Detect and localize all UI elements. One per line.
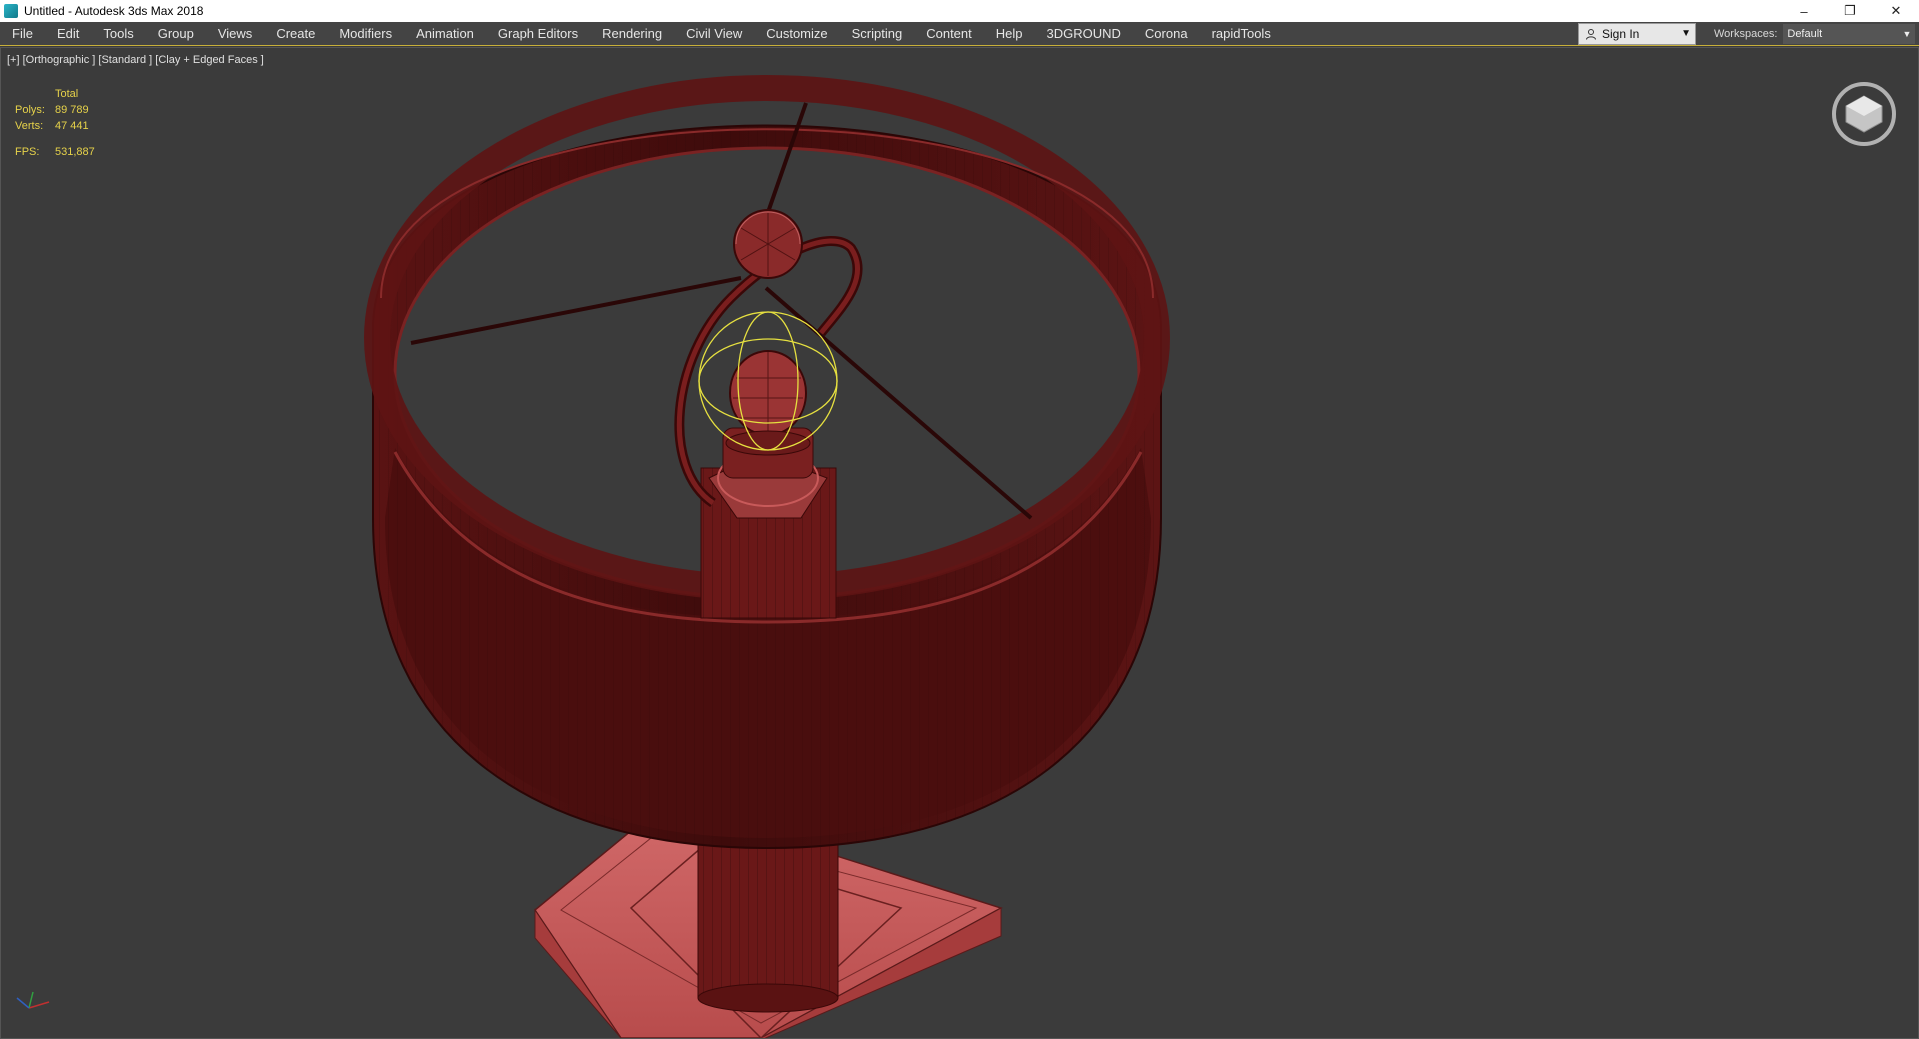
menu-file[interactable]: File [0,22,45,46]
menu-customize[interactable]: Customize [754,22,839,46]
viewport-label[interactable]: [+] [Orthographic ] [Standard ] [Clay + … [7,54,264,66]
menu-group[interactable]: Group [146,22,206,46]
lamp-finial[interactable] [733,209,803,279]
3dsmax-app-icon[interactable] [4,4,18,18]
sign-in-dropdown[interactable]: Sign In ▼ [1578,23,1696,45]
menu-modifiers[interactable]: Modifiers [327,22,404,46]
chevron-down-icon: ▼ [1902,29,1912,39]
minimize-icon[interactable]: – [1781,0,1827,22]
menu-edit[interactable]: Edit [45,22,91,46]
fps-value: 531,887 [55,146,95,158]
lamp-model[interactable] [1,48,1919,1039]
menu-civil-view[interactable]: Civil View [674,22,754,46]
menu-help[interactable]: Help [984,22,1035,46]
menu-rendering[interactable]: Rendering [590,22,674,46]
workspaces-value: Default [1787,28,1823,40]
verts-label: Verts: [15,120,44,132]
polys-value: 89 789 [55,104,89,116]
window-controls: – ❐ ✕ [1781,0,1919,22]
window-title: Untitled - Autodesk 3ds Max 2018 [24,4,204,18]
chevron-down-icon: ▼ [1681,28,1691,39]
user-icon [1586,29,1596,40]
title-bar: Untitled - Autodesk 3ds Max 2018 – ❐ ✕ [0,0,1919,22]
viewport-statistics: Total Polys: 89 789 Verts: 47 441 FPS: 531,… [15,86,135,160]
axis-tripod-icon [16,991,50,1009]
viewcube-icon[interactable] [1828,78,1900,150]
workspaces-selector: Workspaces: Default ▼ [1714,23,1916,45]
verts-value: 47 441 [55,120,89,132]
menu-views[interactable]: Views [206,22,264,46]
menu-tools[interactable]: Tools [91,22,145,46]
stats-header: Total [55,88,79,100]
fps-label: FPS: [15,146,40,158]
viewport[interactable]: [+] [Orthographic ] [Standard ] [Clay + … [0,47,1919,1039]
menu-graph-editors[interactable]: Graph Editors [486,22,590,46]
menu-corona[interactable]: Corona [1133,22,1200,46]
close-icon[interactable]: ✕ [1873,0,1919,22]
menu-scripting[interactable]: Scripting [840,22,915,46]
workspaces-dropdown[interactable]: Default ▼ [1783,24,1916,44]
workspaces-label: Workspaces: [1714,28,1778,40]
menu-content[interactable]: Content [914,22,984,46]
menu-create[interactable]: Create [264,22,327,46]
menu-rapidtools[interactable]: rapidTools [1200,22,1283,46]
menu-3dground[interactable]: 3DGROUND [1035,22,1133,46]
menu-animation[interactable]: Animation [404,22,486,46]
restore-icon[interactable]: ❐ [1827,0,1873,22]
polys-label: Polys: [15,104,45,116]
sign-in-label: Sign In [1602,27,1640,41]
